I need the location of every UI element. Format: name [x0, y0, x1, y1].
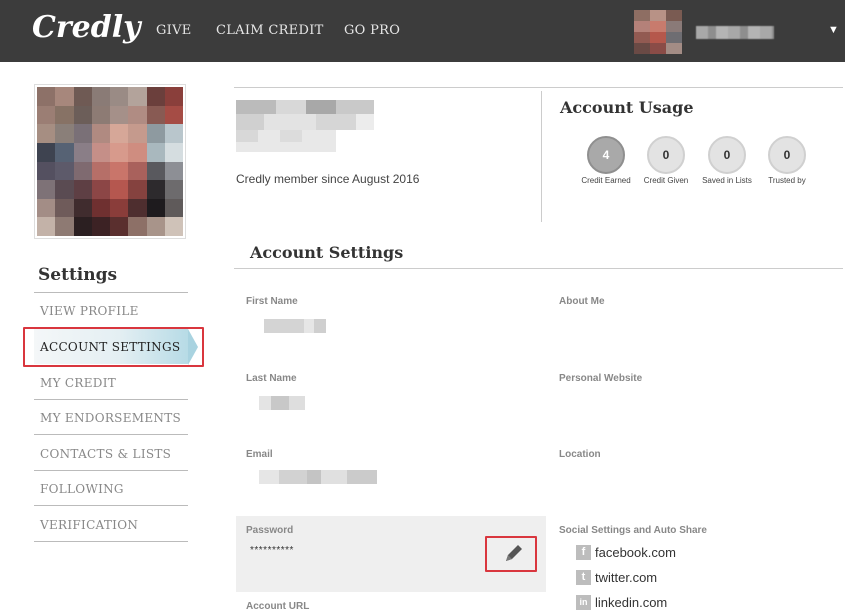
profile-name	[236, 100, 376, 154]
profile-photo	[34, 84, 186, 239]
account-settings-highlight	[23, 327, 204, 367]
top-navigation-bar: Credly GIVE CLAIM CREDIT GO PRO ▼	[0, 0, 845, 62]
linkedin-icon: in	[576, 595, 591, 610]
stat-credit-earned-label: Credit Earned	[581, 176, 631, 185]
nav-give[interactable]: GIVE	[156, 23, 192, 38]
member-since-text: Credly member since August 2016	[236, 172, 420, 186]
profile-photo-image	[37, 87, 183, 236]
stat-trusted-by[interactable]: 0 Trusted by	[757, 136, 817, 185]
user-avatar[interactable]	[634, 10, 682, 54]
facebook-link[interactable]: facebook.com	[595, 545, 676, 560]
twitter-icon: t	[576, 570, 591, 585]
linkedin-link[interactable]: linkedin.com	[595, 595, 667, 610]
social-settings-label: Social Settings and Auto Share	[559, 525, 707, 536]
personal-website-label: Personal Website	[559, 373, 643, 384]
header-divider	[234, 87, 843, 88]
last-name-value[interactable]	[259, 396, 305, 410]
chevron-down-icon[interactable]: ▼	[828, 24, 839, 36]
facebook-icon: f	[576, 545, 591, 560]
stat-saved-in-lists-label: Saved in Lists	[702, 176, 752, 185]
vertical-divider	[541, 91, 542, 222]
account-usage-title: Account Usage	[560, 98, 694, 117]
credly-logo[interactable]: Credly	[32, 10, 141, 45]
sidebar-item-my-credit[interactable]: MY CREDIT	[34, 365, 188, 400]
nav-claim-credit[interactable]: CLAIM CREDIT	[216, 23, 324, 38]
edit-password-highlight	[485, 536, 537, 572]
password-value: **********	[250, 545, 294, 556]
nav-go-pro[interactable]: GO PRO	[344, 23, 400, 38]
settings-heading: Settings	[38, 265, 118, 285]
stat-credit-given-label: Credit Given	[643, 176, 689, 185]
user-name[interactable]	[696, 26, 774, 39]
account-url-label: Account URL	[246, 601, 310, 611]
account-settings-divider	[234, 268, 843, 269]
stat-credit-given[interactable]: 0 Credit Given	[636, 136, 696, 185]
last-name-label: Last Name	[246, 373, 297, 384]
about-me-label: About Me	[559, 296, 605, 307]
first-name-label: First Name	[246, 296, 298, 307]
sidebar-item-contacts-lists[interactable]: CONTACTS & LISTS	[34, 436, 188, 471]
email-value[interactable]	[259, 470, 377, 484]
twitter-link[interactable]: twitter.com	[595, 570, 657, 585]
stat-saved-in-lists[interactable]: 0 Saved in Lists	[697, 136, 757, 185]
password-label: Password	[246, 525, 294, 536]
sidebar-item-view-profile[interactable]: VIEW PROFILE	[34, 293, 188, 328]
account-settings-title: Account Settings	[250, 243, 404, 262]
sidebar-item-following[interactable]: FOLLOWING	[34, 471, 188, 506]
email-label: Email	[246, 449, 273, 460]
stat-credit-given-value: 0	[647, 136, 685, 174]
stat-trusted-by-value: 0	[768, 136, 806, 174]
stat-credit-earned[interactable]: 4 Credit Earned	[576, 136, 636, 185]
stat-credit-earned-value: 4	[587, 136, 625, 174]
first-name-value[interactable]	[264, 319, 326, 333]
stat-saved-in-lists-value: 0	[708, 136, 746, 174]
sidebar-item-my-endorsements[interactable]: MY ENDORSEMENTS	[34, 400, 188, 435]
stat-trusted-by-label: Trusted by	[768, 176, 806, 185]
location-label: Location	[559, 449, 601, 460]
sidebar-item-verification[interactable]: VERIFICATION	[34, 507, 188, 542]
